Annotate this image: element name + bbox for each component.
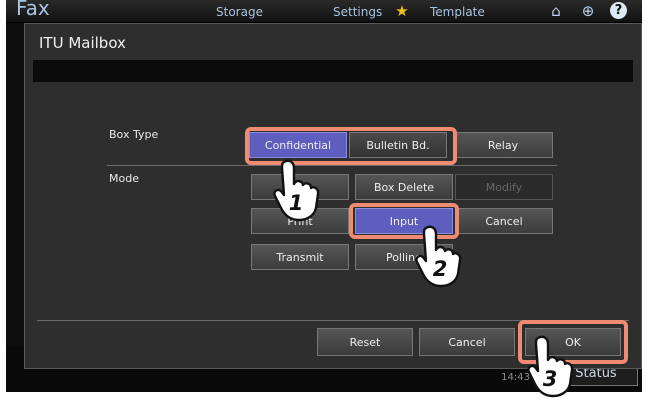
- step-1-number: 1: [289, 191, 304, 215]
- hand-pointer-icon: 3: [527, 335, 574, 398]
- dialog-title: ITU Mailbox: [39, 34, 126, 52]
- home-icon[interactable]: ⌂: [546, 2, 566, 20]
- relay-button[interactable]: Relay: [453, 132, 553, 158]
- box-type-label: Box Type: [109, 128, 159, 141]
- clock-time: 14:43: [501, 372, 530, 383]
- section-divider: [107, 165, 557, 166]
- mode-label: Mode: [109, 172, 139, 185]
- hand-pointer-icon: 2: [415, 225, 462, 288]
- message-bar: [33, 60, 633, 82]
- cancel-button[interactable]: Cancel: [419, 328, 515, 356]
- reset-button[interactable]: Reset: [317, 328, 413, 356]
- star-icon[interactable]: ★: [392, 2, 412, 20]
- step-3-number: 3: [543, 367, 558, 391]
- tab-settings[interactable]: Settings: [333, 5, 382, 19]
- app-title: Fax: [16, 0, 50, 20]
- step-2-number: 2: [433, 257, 448, 281]
- modify-button[interactable]: Modify: [455, 174, 553, 200]
- tab-template[interactable]: Template: [430, 5, 485, 19]
- top-bar: Fax Storage ★ Settings Template ⌂ ⊕ ?: [6, 0, 642, 23]
- hand-pointer-icon: 1: [273, 159, 320, 222]
- box-delete-button[interactable]: Box Delete: [355, 174, 453, 200]
- itu-mailbox-dialog: ITU Mailbox Box Type Mode Confidential B…: [24, 23, 642, 369]
- transmit-button[interactable]: Transmit: [251, 244, 349, 270]
- help-icon[interactable]: ?: [610, 2, 627, 19]
- globe-icon[interactable]: ⊕: [578, 2, 598, 20]
- tab-storage[interactable]: Storage: [216, 5, 263, 19]
